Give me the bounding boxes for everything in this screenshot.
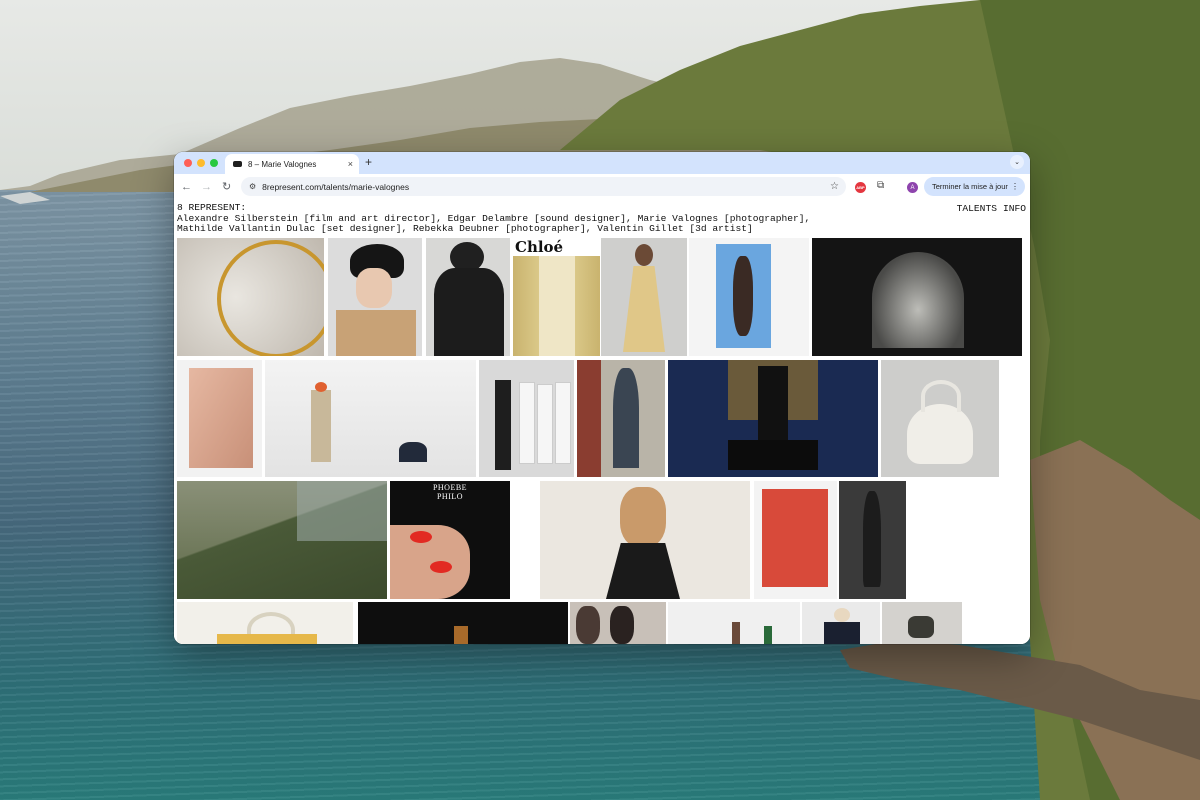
close-window-button[interactable] [184,159,192,167]
adblock-extension-icon[interactable]: ABP [855,182,866,193]
header-title: 8 REPRESENT: [177,202,247,213]
back-button[interactable]: ← [181,180,192,194]
gallery-thumb-group-white[interactable] [479,360,574,477]
finish-update-button[interactable]: Terminer la mise à jour ⋮ [924,177,1025,196]
site-favicon-icon [233,161,242,167]
nav-talents-link[interactable]: TALENTS [957,203,997,214]
minimize-window-button[interactable] [197,159,205,167]
gallery-thumb-gold-ring[interactable] [177,238,324,356]
gallery-thumb-blonde-model[interactable] [540,481,750,599]
gallery-thumb-face-closeup[interactable] [177,360,262,477]
bookmark-star-icon[interactable]: ☆ [830,181,839,192]
phoebe-text-line-1: PHOEBE [432,483,468,492]
nav-info-link[interactable]: INFO [1003,203,1026,214]
gallery-thumb-street-hoodie[interactable] [577,360,665,477]
gallery-thumb-white-bag[interactable] [881,360,999,477]
browser-window: 8 – Marie Valognes × + ⌄ ← → ↻ ⚙ 8repres… [174,152,1030,644]
gallery-thumb-red-paper[interactable] [754,481,837,599]
gallery-thumb-studio-figures[interactable] [668,602,800,644]
page-content: 8 REPRESENT: Alexandre Silberstein [film… [174,200,1030,644]
forward-button[interactable]: → [201,180,212,194]
browser-menu-icon[interactable]: ⋮ [1011,182,1019,191]
gold-ring-shape [217,240,324,356]
chloe-logo-text: Chloé [515,238,564,256]
extensions-puzzle-icon[interactable]: ⧉ [877,180,884,191]
gallery-thumb-dark-arch[interactable] [812,238,1022,356]
gallery-thumb-dark-object[interactable] [358,602,568,644]
gallery-thumb-yellow-dress[interactable] [601,238,687,356]
gallery-thumb-black-coat[interactable] [426,238,510,356]
tab-marie-valognes[interactable]: 8 – Marie Valognes × [225,154,359,174]
tab-title: 8 – Marie Valognes [248,159,317,169]
phoebe-philo-text: PHOEBE PHILO [390,483,510,501]
address-bar[interactable]: ⚙ 8represent.com/talents/marie-valognes … [241,177,846,196]
gallery-thumb-phoebe-philo[interactable]: PHOEBE PHILO [390,481,510,599]
site-info-icon[interactable]: ⚙ [249,182,256,191]
zoom-window-button[interactable] [210,159,218,167]
gallery-thumb-portraits[interactable] [570,602,666,644]
gallery-thumb-black-hat[interactable] [328,238,422,356]
tab-search-button[interactable]: ⌄ [1010,155,1024,169]
profile-avatar[interactable]: A [907,182,918,193]
gallery-thumb-suit-man[interactable] [802,602,880,644]
phoebe-text-line-2: PHILO [436,492,464,501]
gallery-thumb-vase[interactable] [882,602,962,644]
tab-close-icon[interactable]: × [348,159,353,169]
tab-strip: 8 – Marie Valognes × + ⌄ [174,152,1030,174]
reload-button[interactable]: ↻ [222,180,231,194]
gallery-thumb-white-studio[interactable] [265,360,476,477]
finish-update-label: Terminer la mise à jour [932,182,1008,191]
browser-toolbar: ← → ↻ ⚙ 8represent.com/talents/marie-val… [174,174,1030,201]
url-text[interactable]: 8represent.com/talents/marie-valognes [262,182,830,192]
gallery-thumb-blue-room[interactable] [668,360,878,477]
gallery-thumb-chloe[interactable]: Chloé [513,238,600,356]
talents-header: 8 REPRESENT: Alexandre Silberstein [film… [177,202,877,235]
gallery-thumb-magazine-cover[interactable] [689,238,809,356]
talents-list-line-2: Mathilde Vallantin Dulac [set designer],… [177,223,753,234]
new-tab-button[interactable]: + [365,155,372,169]
site-nav: TALENTS INFO [957,203,1026,214]
gallery-thumb-mountain[interactable] [177,481,387,599]
gallery-thumb-yellow-bag[interactable] [177,602,353,644]
gallery-thumb-statue[interactable] [839,481,906,599]
